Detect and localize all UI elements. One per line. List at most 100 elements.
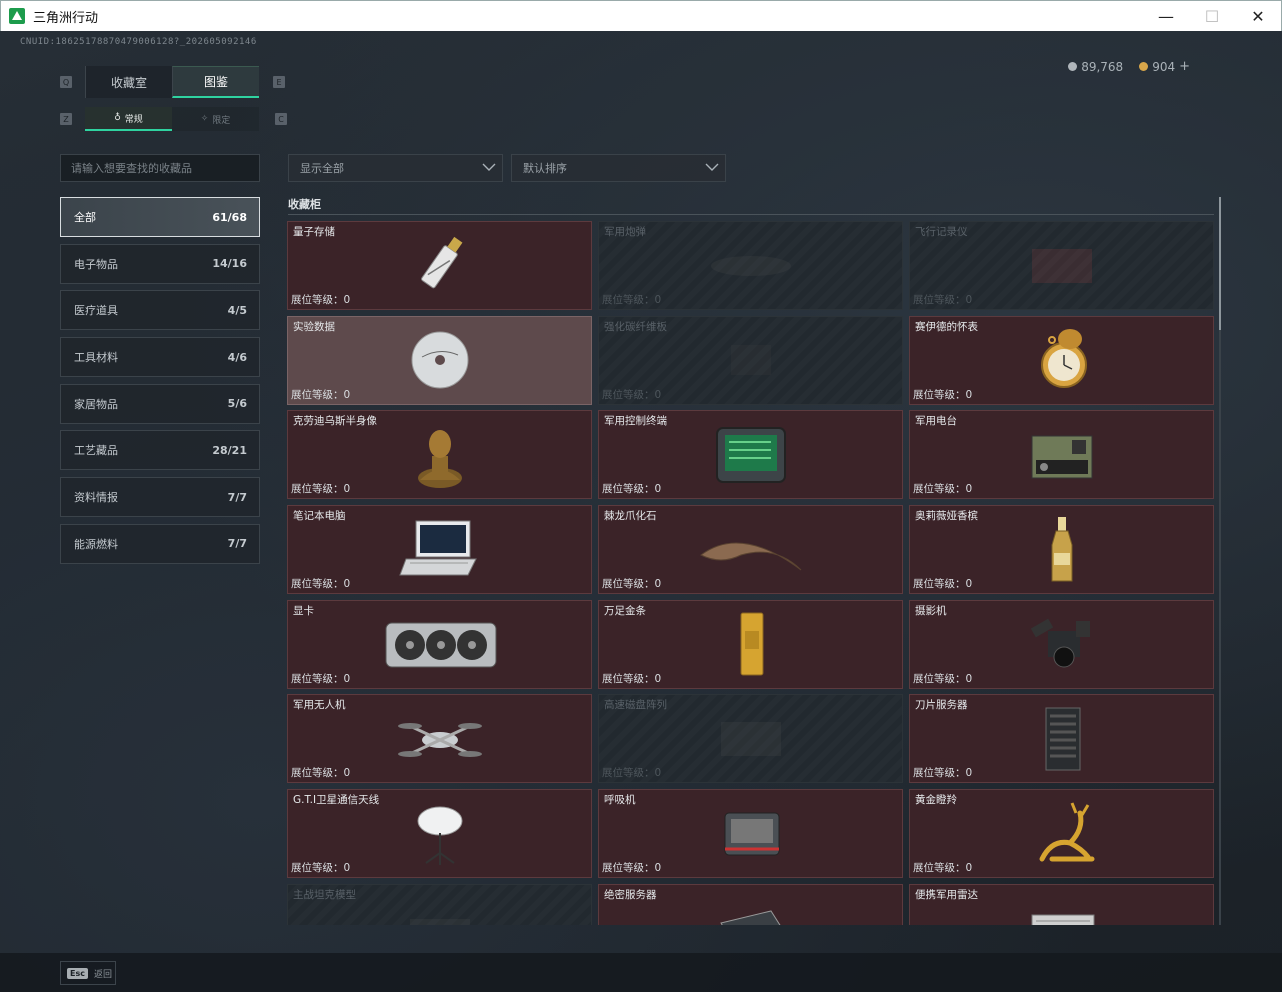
collection-card[interactable]: 赛伊德的怀表 展位等级：0 [909,315,1214,405]
card-level-value: 0 [965,672,973,685]
gold-gazelle-icon [1039,802,1094,862]
card-name: 强化碳纤维板 [604,320,667,333]
collection-grid-viewport: 量子存储 展位等级：0 军用炮弹 展位等级：0 飞行记录仪 展位等级：0 实验数据 展位等级：… [287,221,1214,925]
currency-coins: 89,768 [1068,60,1123,74]
card-level-label: 展位等级： [913,388,966,401]
card-name: 赛伊德的怀表 [915,320,978,333]
card-level: 展位等级：0 [291,387,350,402]
category-item[interactable]: 工艺藏品 28/21 [60,430,260,471]
search-input[interactable] [60,154,260,182]
tab-collection-room[interactable]: 收藏室 [85,66,172,98]
card-name: 军用炮弹 [604,226,646,238]
category-item[interactable]: 电子物品 14/16 [60,243,260,284]
grid-scrollbar[interactable] [1219,197,1221,925]
card-level-label: 展位等级： [602,578,655,591]
category-item[interactable]: 家居物品 5/6 [60,383,260,424]
card-level-label: 展位等级： [913,862,966,875]
collection-card[interactable]: 绝密服务器展位等级：0 [598,883,903,925]
card-level-label: 展位等级： [602,767,655,780]
card-level-label: 展位等级： [602,483,655,496]
collection-card[interactable]: 刀片服务器 展位等级：0 [909,694,1214,784]
ventilator-icon [724,812,779,856]
collection-card[interactable]: 万足金条展位等级：0 [598,599,903,689]
category-item[interactable]: 资料情报 7/7 [60,477,260,518]
card-level-label: 展位等级： [602,672,655,685]
add-currency-button[interactable]: + [1179,59,1190,74]
card-name: 实验数据 [293,320,335,333]
filter-dropdown-value: 显示全部 [300,162,344,175]
card-level-value: 0 [654,578,662,591]
card-level: 展位等级：0 [602,671,661,686]
limited-icon: ✧ [200,114,209,124]
category-item[interactable]: 能源燃料 7/7 [60,523,260,564]
camera-icon [1030,618,1090,668]
category-item[interactable]: 工具材料 4/6 [60,337,260,378]
collection-card[interactable]: 飞行记录仪 展位等级：0 [909,221,1214,310]
category-list: 全部 61/68 电子物品 14/16 医疗道具 4/5 工具材料 4/6 家居物品 5/6 工艺藏… [60,197,260,571]
collection-card[interactable]: 军用炮弹 展位等级：0 [598,221,903,310]
category-item[interactable]: 医疗道具 4/5 [60,290,260,331]
collection-card[interactable]: 军用控制终端 展位等级：0 [598,410,903,500]
collection-card[interactable]: 军用电台 展位等级：0 [909,410,1214,500]
collection-card[interactable]: 主战坦克模型展位等级：0 [287,883,592,925]
collection-card[interactable]: 摄影机展位等级：0 [909,599,1214,689]
card-level: 展位等级：0 [913,860,972,875]
flask-icon: ♁ [114,113,121,123]
maximize-button[interactable]: ☐ [1189,1,1235,32]
scrollbar-thumb[interactable] [1219,197,1221,330]
gold-bar-icon [740,612,763,676]
category-count: 28/21 [212,443,247,457]
window-controls: — ☐ ✕ [1143,1,1281,32]
card-level-value: 0 [654,862,662,875]
collection-card[interactable]: 黄金瞪羚展位等级：0 [909,789,1214,879]
collection-card[interactable]: 量子存储 展位等级：0 [287,221,592,310]
collection-card[interactable]: 克劳迪乌斯半身像 展位等级：0 [287,410,592,500]
card-name: 显卡 [293,604,314,617]
collection-card[interactable]: 显卡 展位等级：0 [287,599,592,689]
card-name: 万足金条 [604,604,646,617]
sort-dropdown[interactable]: 默认排序 [511,154,726,182]
card-level: 展位等级：0 [291,576,350,591]
back-button[interactable]: Esc 返回 [60,961,116,985]
collection-card[interactable]: 呼吸机 展位等级：0 [598,789,903,879]
key-hint-c: C [275,113,287,125]
collection-card[interactable]: G.T.I卫星通信天线 展位等级：0 [287,789,592,879]
close-button[interactable]: ✕ [1235,1,1281,32]
disk-array-icon [720,721,781,756]
card-name: 黄金瞪羚 [915,794,957,807]
card-name: 摄影机 [915,604,947,617]
tab-regular[interactable]: ♁ 常规 [85,107,172,131]
collection-card[interactable]: 军用无人机 展位等级：0 [287,694,592,784]
category-label: 全部 [74,211,96,224]
card-level: 展位等级：0 [291,765,350,780]
collection-card[interactable]: 便携军用雷达展位等级：0 [909,883,1214,925]
tab-codex[interactable]: 图鉴 [172,66,259,98]
collection-card[interactable]: 笔记本电脑 展位等级：0 [287,505,592,595]
claw-fossil-icon [699,542,801,570]
card-name: 克劳迪乌斯半身像 [293,415,377,428]
tab-limited[interactable]: ✧ 限定 [172,107,259,131]
minimize-button[interactable]: — [1143,1,1189,32]
card-name: 飞行记录仪 [915,226,968,238]
card-level-value: 0 [343,388,351,401]
card-level-label: 展位等级： [913,672,966,685]
pocket-watch-icon [1040,329,1087,389]
collection-card[interactable]: 实验数据展位等级：0 [287,315,592,405]
app-logo-icon [9,8,25,24]
category-count: 7/7 [227,490,247,504]
card-name: 主战坦克模型 [293,888,356,901]
window-titlebar: 三角洲行动 — ☐ ✕ [0,0,1282,31]
filter-dropdown[interactable]: 显示全部 [288,154,503,182]
collection-card[interactable]: 高速磁盘阵列 展位等级：0 [598,694,903,784]
category-item[interactable]: 全部 61/68 [60,197,260,237]
back-label: 返回 [93,969,112,980]
server-icon [719,910,780,925]
card-level: 展位等级：0 [602,765,661,780]
gold-coin-icon [1139,62,1149,71]
collection-card[interactable]: 棘龙爪化石展位等级：0 [598,505,903,595]
collection-card[interactable]: 强化碳纤维板 展位等级：0 [598,315,903,405]
collection-card[interactable]: 奥莉薇娅香槟 展位等级：0 [909,505,1214,595]
card-name: 军用控制终端 [604,415,667,428]
card-name: 棘龙爪化石 [604,510,657,523]
card-name: 高速磁盘阵列 [604,699,667,712]
